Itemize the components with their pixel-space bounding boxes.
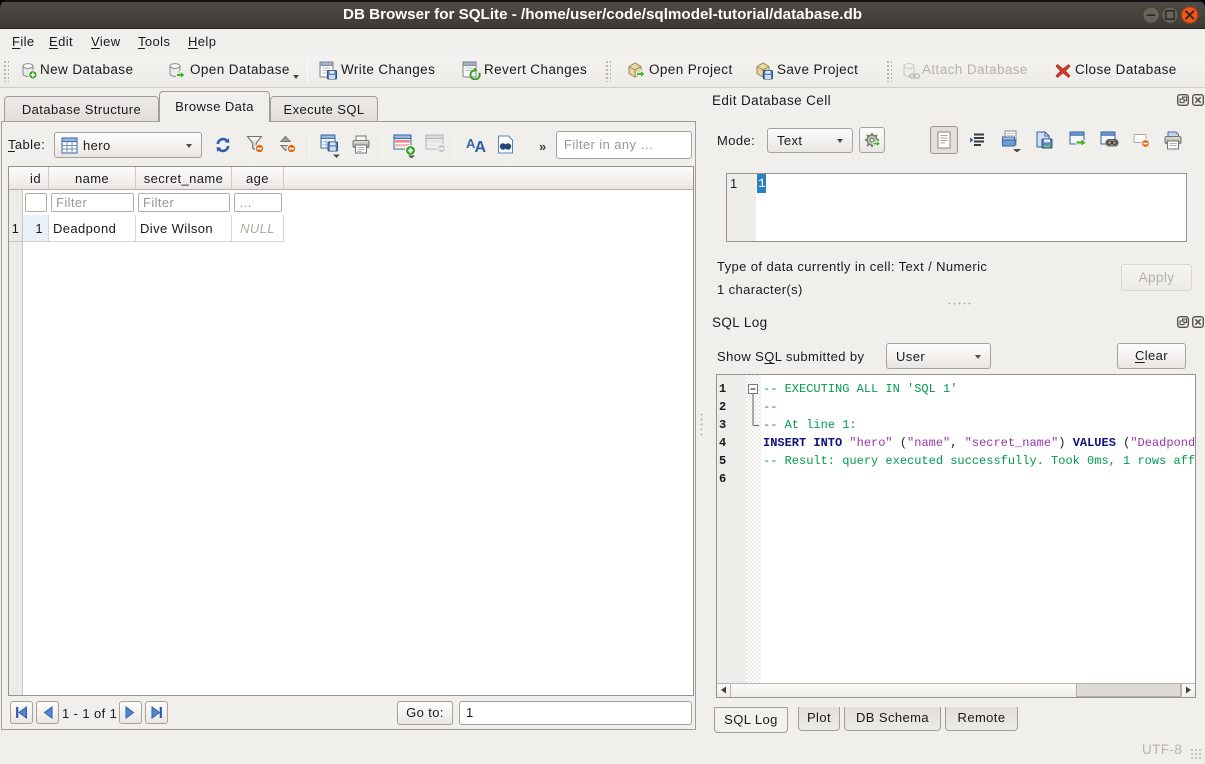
svg-text:A: A xyxy=(475,139,487,153)
